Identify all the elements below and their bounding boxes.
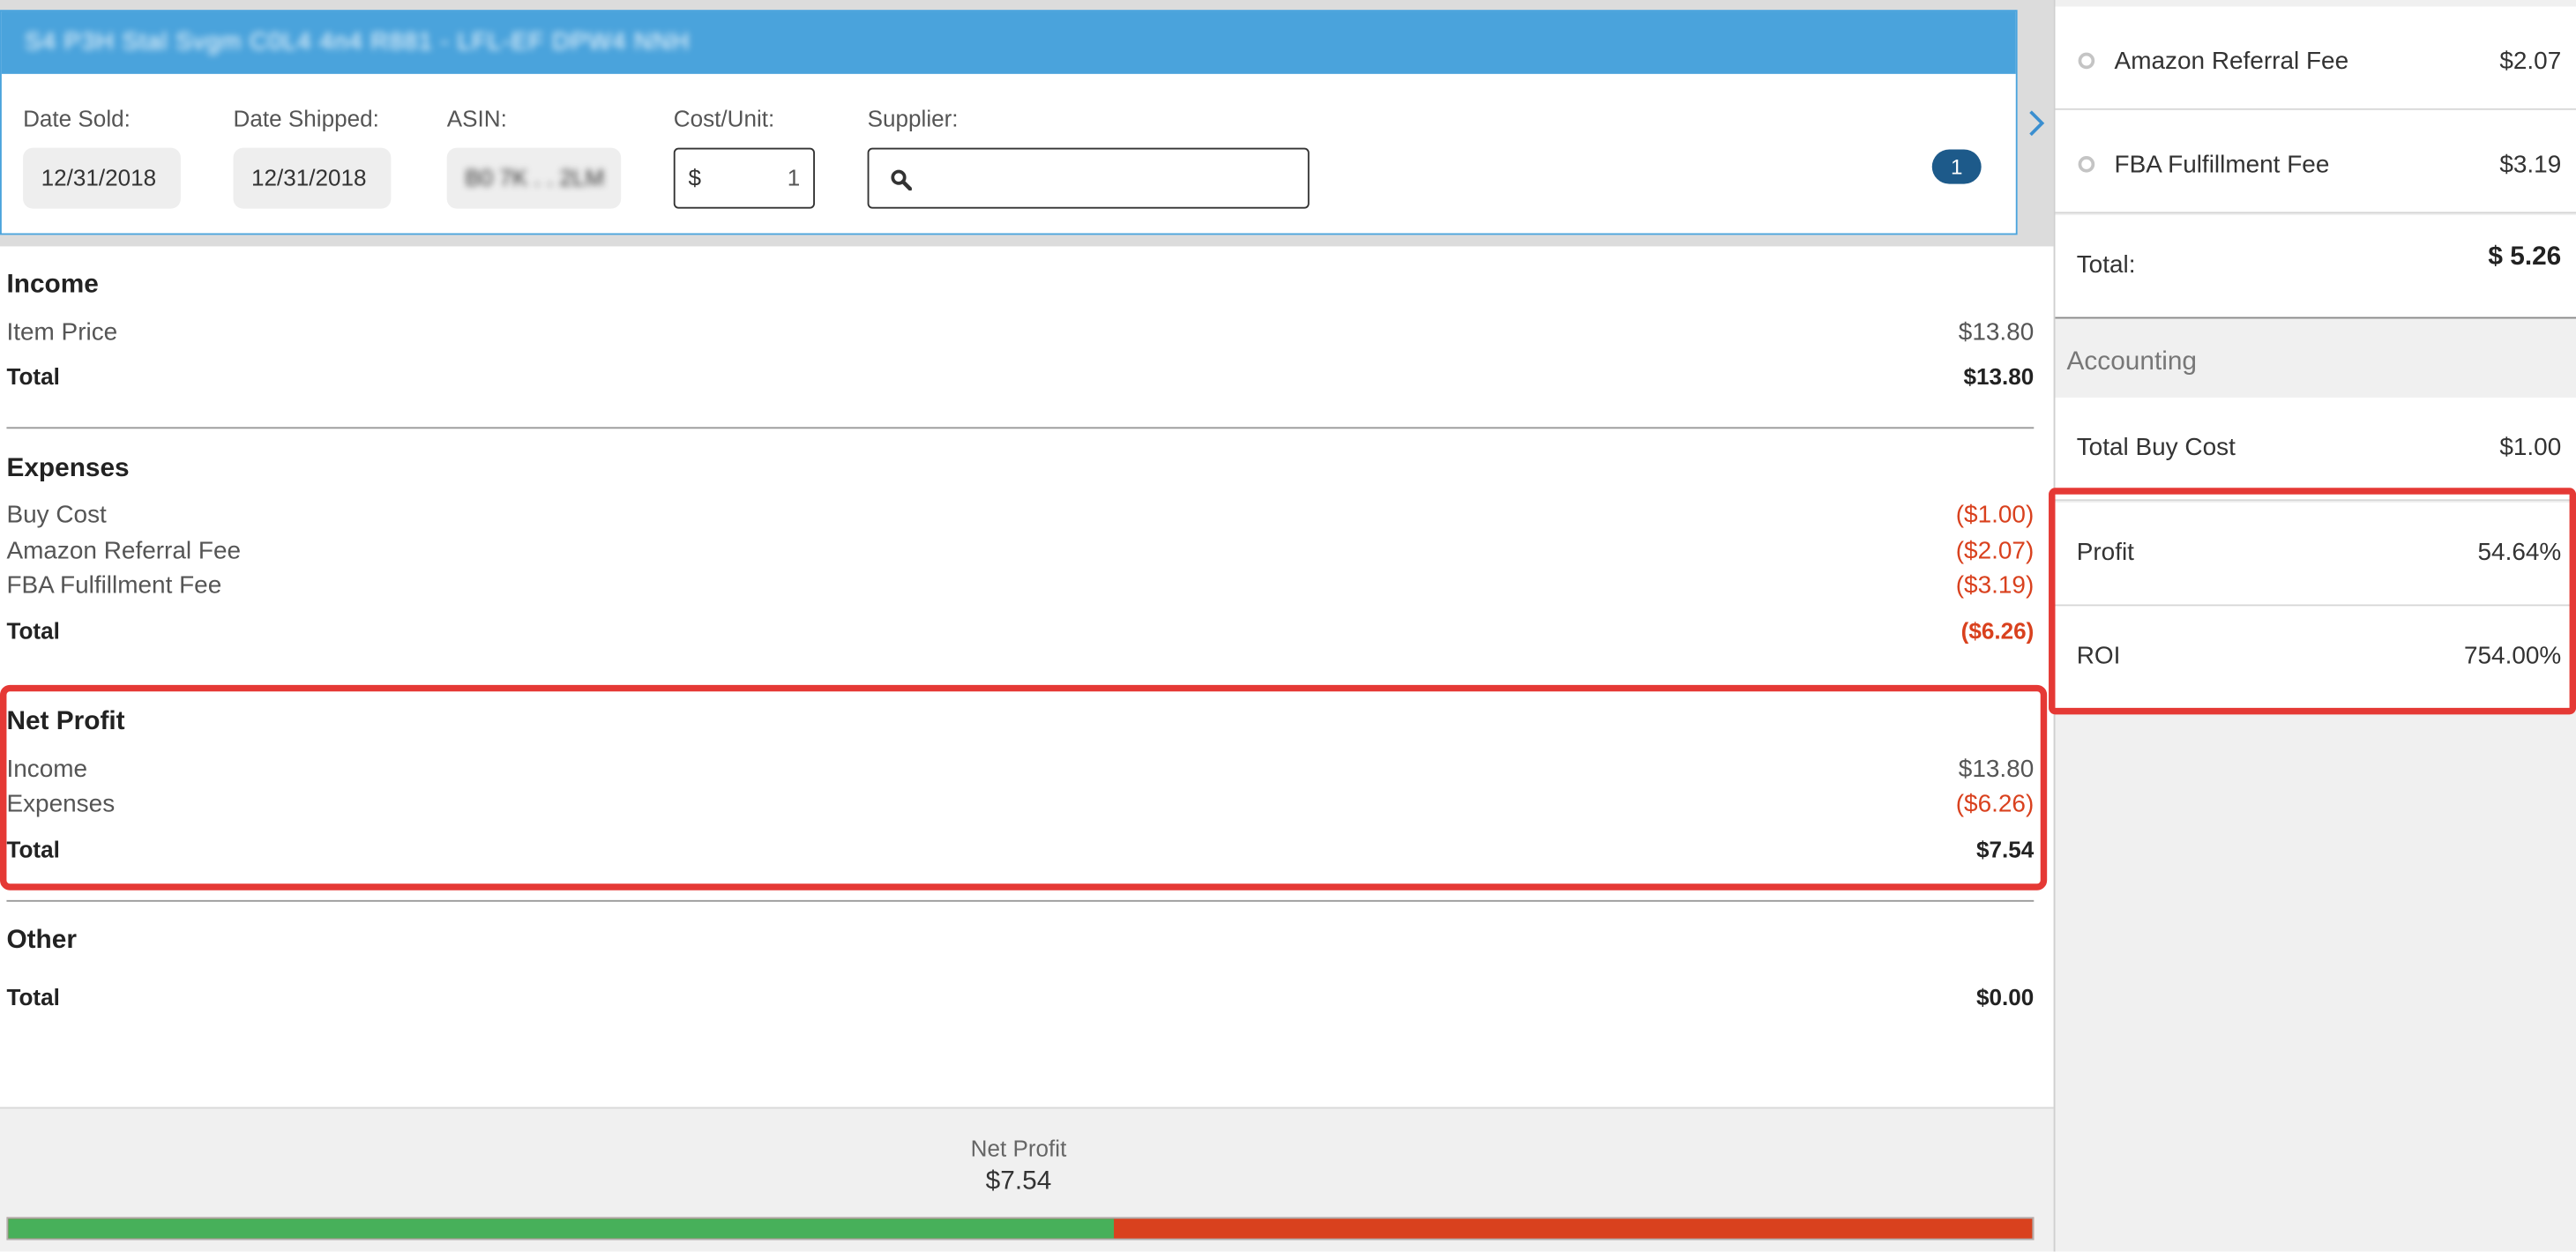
quantity-badge: 1 xyxy=(1931,149,1982,184)
net-profit-total-value: $7.54 xyxy=(1975,836,2035,863)
supplier-label: Supplier: xyxy=(867,105,959,132)
divider xyxy=(6,427,2035,429)
income-total-value: $13.80 xyxy=(1963,362,2035,390)
buy-cost-label: Buy Cost xyxy=(6,501,107,529)
income-total-label: Total xyxy=(6,362,60,390)
fees-total-label: Total: xyxy=(2076,251,2136,279)
currency-symbol: $ xyxy=(688,164,702,191)
fee-row-referral[interactable]: Amazon Referral Fee $2.07 xyxy=(2055,6,2576,110)
other-heading: Other xyxy=(6,926,77,955)
buy-cost-value: ($1.00) xyxy=(1955,501,2035,529)
profit-progress-bar xyxy=(6,1217,2035,1241)
item-price-value: $13.80 xyxy=(1958,318,2035,347)
item-price-label: Item Price xyxy=(6,318,118,347)
net-profit-summary: Net Profit $7.54 xyxy=(0,1107,2054,1252)
radio-icon[interactable] xyxy=(2078,155,2095,173)
date-sold-label: Date Sold: xyxy=(23,105,131,132)
summary-label: Net Profit xyxy=(970,1135,1067,1162)
supplier-input[interactable] xyxy=(918,162,1296,196)
order-card: S4 P3H Stal Svgm C0L4 4n4 R881 - LFL-EF … xyxy=(0,10,2018,235)
cost-unit-label: Cost/Unit: xyxy=(673,105,775,132)
fba-fee-label: FBA Fulfillment Fee xyxy=(6,571,222,600)
product-title: S4 P3H Stal Svgm C0L4 4n4 R881 - LFL-EF … xyxy=(24,27,691,56)
net-profit-highlight-box xyxy=(0,684,2048,891)
fee-referral-value: $2.07 xyxy=(2499,48,2562,76)
supplier-search-box[interactable] xyxy=(867,147,1310,209)
net-profit-heading: Net Profit xyxy=(6,707,125,736)
cost-unit-input[interactable]: $ 1 xyxy=(673,147,815,209)
expenses-total-value: ($6.26) xyxy=(1960,617,2035,645)
fee-row-fba[interactable]: FBA Fulfillment Fee $3.19 xyxy=(2055,109,2576,214)
cost-unit-value: 1 xyxy=(787,164,801,191)
asin-field: ASIN: B0 7K . . 2LM xyxy=(446,105,622,209)
app-stage: S4 P3H Stal Svgm C0L4 4n4 R881 - LFL-EF … xyxy=(0,0,2576,1252)
radio-icon[interactable] xyxy=(2078,52,2095,70)
divider xyxy=(6,899,2035,902)
cost-unit-field: Cost/Unit: $ 1 xyxy=(673,105,815,209)
total-buy-cost-value: $1.00 xyxy=(2499,433,2562,462)
summary-value: $7.54 xyxy=(985,1167,1052,1196)
fee-fba-value: $3.19 xyxy=(2499,151,2562,180)
profit-progress-fill xyxy=(8,1218,1115,1239)
date-shipped-value[interactable]: 12/31/2018 xyxy=(233,147,392,209)
metrics-highlight-box xyxy=(2049,488,2576,715)
income-heading: Income xyxy=(6,271,99,300)
search-icon xyxy=(891,169,912,191)
chevron-right-icon[interactable] xyxy=(2024,108,2047,138)
net-income-value: $13.80 xyxy=(1958,755,2035,784)
net-expenses-label: Expenses xyxy=(6,790,116,818)
asin-text: B0 7K . . 2LM xyxy=(465,164,605,191)
date-shipped-field: Date Shipped: 12/31/2018 xyxy=(233,105,392,209)
expenses-total-label: Total xyxy=(6,617,60,645)
fee-referral-label: Amazon Referral Fee xyxy=(2114,48,2349,76)
total-buy-cost-row: Total Buy Cost $1.00 xyxy=(2055,397,2576,502)
accounting-heading: Accounting xyxy=(2066,347,2198,376)
date-shipped-label: Date Shipped: xyxy=(233,105,379,132)
supplier-field: Supplier: xyxy=(867,105,1310,209)
fba-fee-value: ($3.19) xyxy=(1955,571,2035,600)
fees-total-row: Total: $ 5.26 xyxy=(2055,215,2576,319)
net-income-label: Income xyxy=(6,755,88,784)
fee-fba-label: FBA Fulfillment Fee xyxy=(2114,151,2330,180)
expenses-heading: Expenses xyxy=(6,455,130,483)
fees-total-value: $ 5.26 xyxy=(2488,242,2562,272)
net-expenses-value: ($6.26) xyxy=(1955,790,2035,818)
asin-value: B0 7K . . 2LM xyxy=(446,147,622,209)
order-card-header: S4 P3H Stal Svgm C0L4 4n4 R881 - LFL-EF … xyxy=(1,11,2016,74)
other-total-value: $0.00 xyxy=(1975,983,2035,1010)
referral-fee-value: ($2.07) xyxy=(1955,537,2035,565)
order-detail-pane: S4 P3H Stal Svgm C0L4 4n4 R881 - LFL-EF … xyxy=(0,0,2054,1252)
other-total-label: Total xyxy=(6,983,60,1010)
referral-fee-label: Amazon Referral Fee xyxy=(6,537,242,565)
asin-label: ASIN: xyxy=(446,105,507,132)
total-buy-cost-label: Total Buy Cost xyxy=(2076,433,2236,462)
date-sold-field: Date Sold: 12/31/2018 xyxy=(23,105,181,209)
net-profit-total-label: Total xyxy=(6,836,60,863)
date-sold-value[interactable]: 12/31/2018 xyxy=(23,147,181,209)
